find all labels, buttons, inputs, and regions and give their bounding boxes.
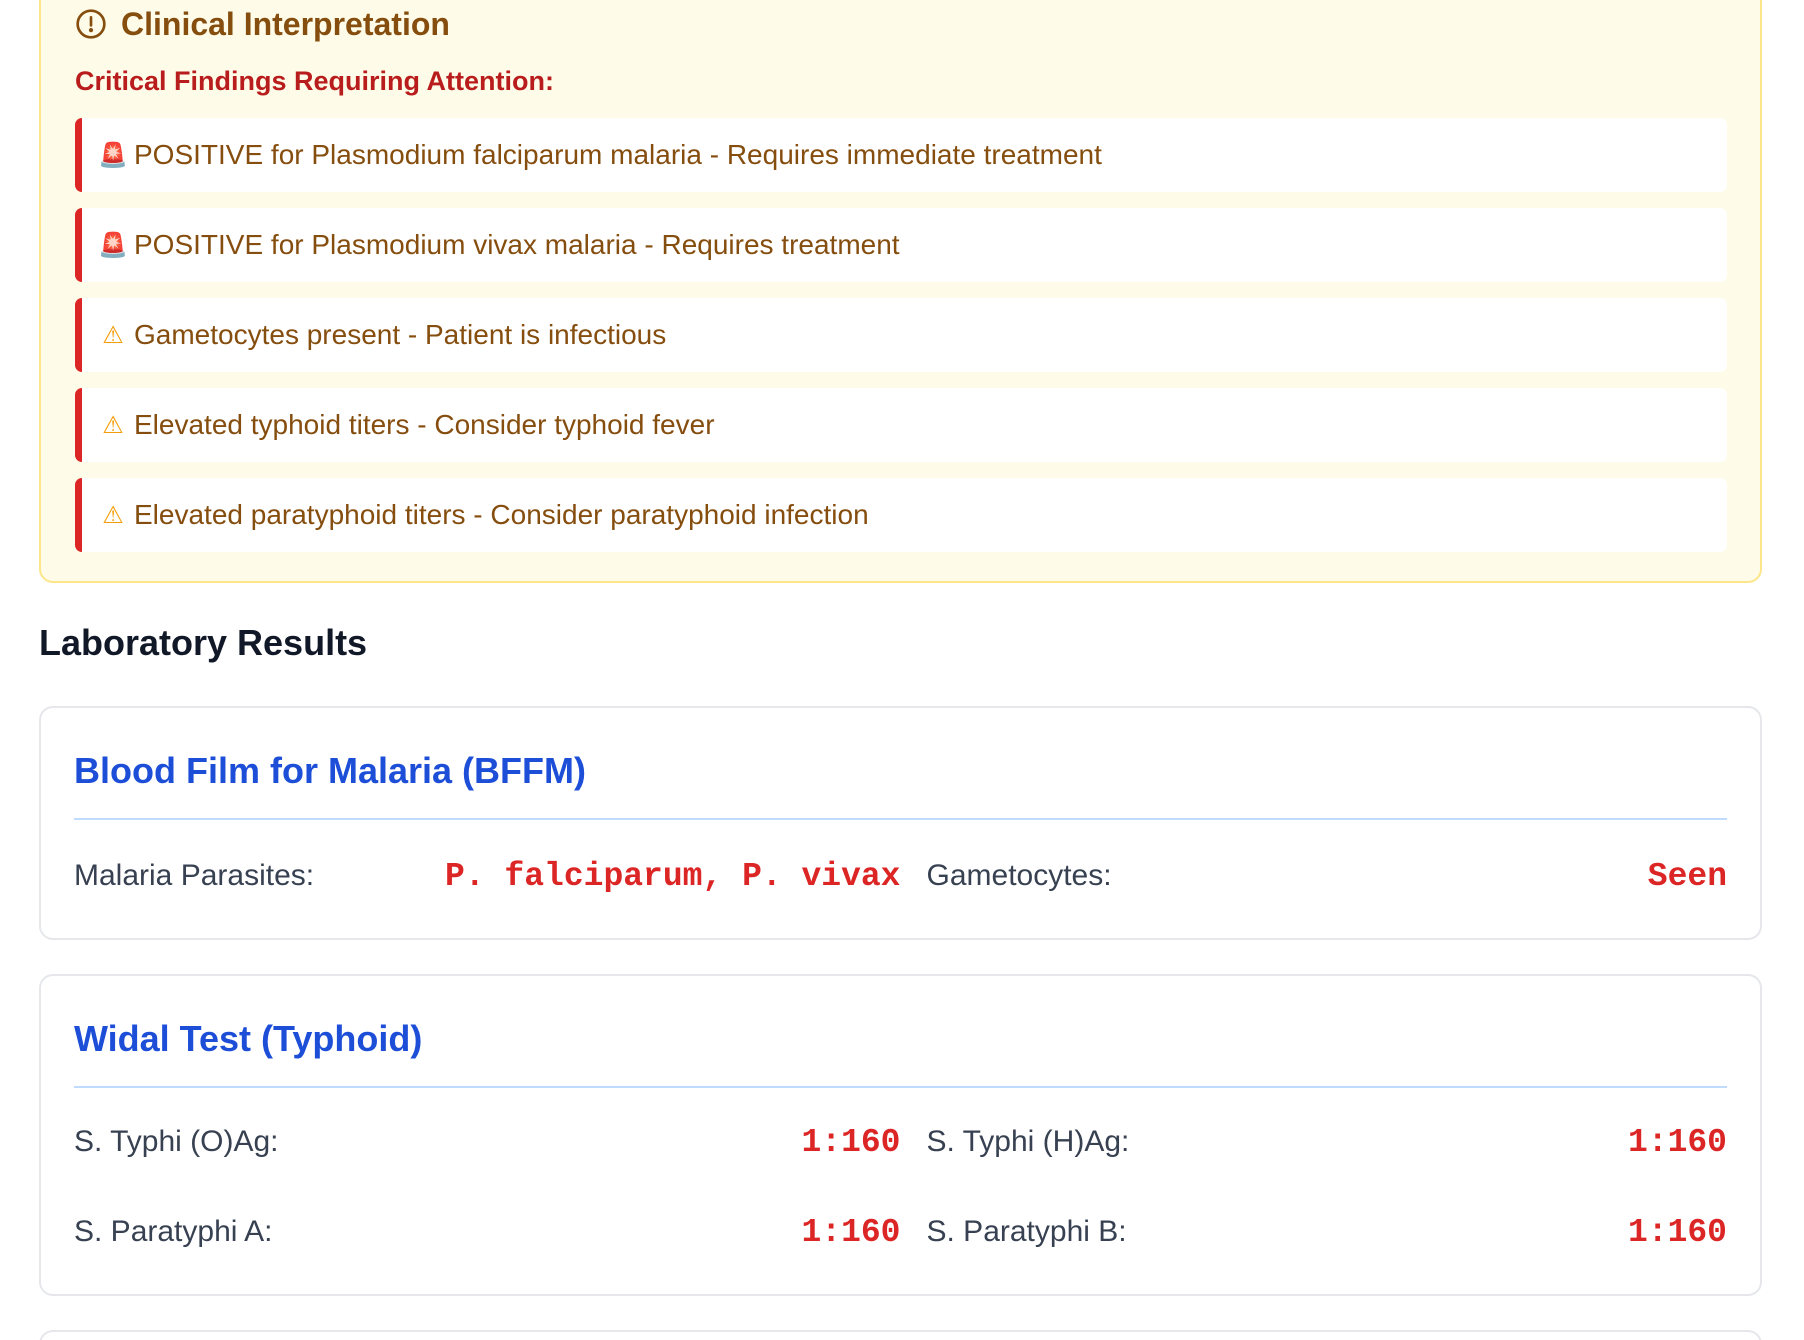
finding-text: POSITIVE for Plasmodium falciparum malar…	[134, 139, 1102, 170]
next-result-card	[39, 1330, 1762, 1340]
result-item-paratyphi-b: S. Paratyphi B: 1:160	[901, 1210, 1728, 1254]
alert-circle-icon	[75, 8, 107, 40]
widal-card: Widal Test (Typhoid) S. Typhi (O)Ag: 1:1…	[39, 974, 1762, 1296]
result-value: 1:160	[1627, 1123, 1727, 1161]
result-value: P. falciparum, P. vivax	[445, 857, 901, 895]
critical-finding-item: ⚠ Elevated paratyphoid titers - Consider…	[75, 478, 1727, 552]
critical-finding-item: 🚨 POSITIVE for Plasmodium falciparum mal…	[75, 118, 1727, 192]
critical-findings-list: 🚨 POSITIVE for Plasmodium falciparum mal…	[75, 118, 1727, 568]
result-row: S. Paratyphi A: 1:160 S. Paratyphi B: 1:…	[74, 1210, 1727, 1254]
result-item-gametocytes: Gametocytes: Seen	[901, 854, 1728, 898]
result-label: S. Typhi (H)Ag:	[926, 1125, 1130, 1158]
card-divider	[74, 818, 1727, 820]
bffm-card: Blood Film for Malaria (BFFM) Malaria Pa…	[39, 706, 1762, 940]
result-item-typhi-o: S. Typhi (O)Ag: 1:160	[74, 1120, 901, 1164]
result-row: Malaria Parasites: P. falciparum, P. viv…	[74, 854, 1727, 898]
finding-text: Gametocytes present - Patient is infecti…	[134, 319, 667, 350]
result-item-paratyphi-a: S. Paratyphi A: 1:160	[74, 1210, 901, 1254]
laboratory-results-heading: Laboratory Results	[39, 622, 368, 663]
result-label: S. Paratyphi A:	[74, 1215, 273, 1248]
result-label: S. Typhi (O)Ag:	[74, 1125, 279, 1158]
result-value: 1:160	[1627, 1213, 1727, 1251]
critical-findings-heading: Critical Findings Requiring Attention:	[75, 66, 554, 96]
result-value: 1:160	[801, 1213, 901, 1251]
warning-icon: ⚠	[102, 411, 124, 439]
result-row: S. Typhi (O)Ag: 1:160 S. Typhi (H)Ag: 1:…	[74, 1120, 1727, 1164]
result-value: Seen	[1647, 857, 1727, 895]
result-item-malaria-parasites: Malaria Parasites: P. falciparum, P. viv…	[74, 854, 901, 898]
result-label: Malaria Parasites:	[74, 859, 315, 892]
critical-finding-item: 🚨 POSITIVE for Plasmodium vivax malaria …	[75, 208, 1727, 282]
critical-finding-item: ⚠ Gametocytes present - Patient is infec…	[75, 298, 1727, 372]
result-label: Gametocytes:	[926, 859, 1112, 892]
result-value: 1:160	[801, 1123, 901, 1161]
finding-text: POSITIVE for Plasmodium vivax malaria - …	[134, 229, 900, 260]
clinical-interpretation-header: Clinical Interpretation	[75, 4, 450, 44]
clinical-interpretation-panel: Clinical Interpretation Critical Finding…	[39, 0, 1762, 583]
warning-icon: ⚠	[102, 501, 124, 529]
finding-text: Elevated typhoid titers - Consider typho…	[134, 409, 715, 440]
siren-icon: 🚨	[98, 141, 128, 169]
critical-finding-item: ⚠ Elevated typhoid titers - Consider typ…	[75, 388, 1727, 462]
siren-icon: 🚨	[98, 231, 128, 259]
result-item-typhi-h: S. Typhi (H)Ag: 1:160	[901, 1120, 1728, 1164]
bffm-title: Blood Film for Malaria (BFFM)	[74, 750, 586, 791]
warning-icon: ⚠	[102, 321, 124, 349]
card-divider	[74, 1086, 1727, 1088]
widal-title: Widal Test (Typhoid)	[74, 1018, 423, 1059]
clinical-interpretation-title: Clinical Interpretation	[121, 5, 450, 42]
result-label: S. Paratyphi B:	[926, 1215, 1127, 1248]
finding-text: Elevated paratyphoid titers - Consider p…	[134, 499, 869, 530]
